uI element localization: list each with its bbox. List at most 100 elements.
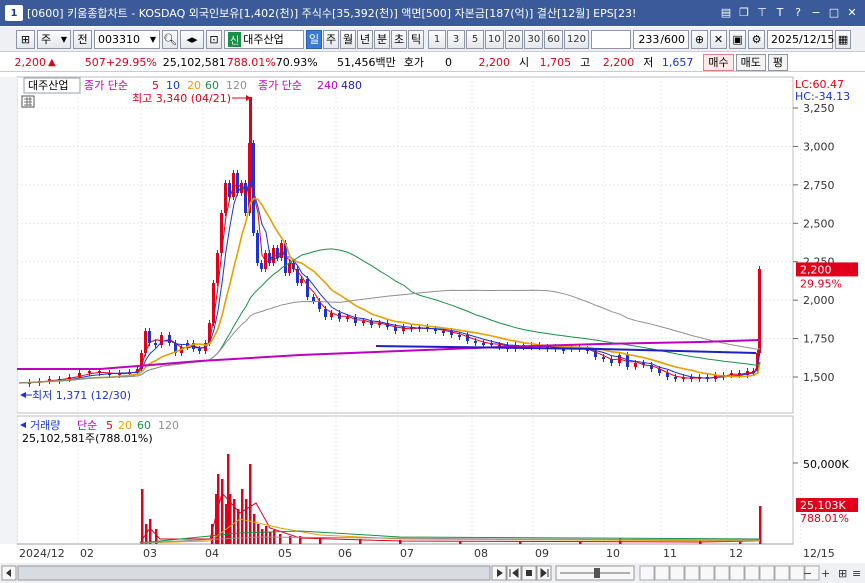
- eval-button[interactable]: 평: [767, 53, 788, 71]
- tab-period-1[interactable]: 주: [323, 29, 339, 49]
- zoom-in-icon: +: [821, 567, 830, 580]
- tool-button: [774, 565, 790, 581]
- volume-bar: [149, 519, 152, 544]
- volume-bar: [699, 541, 702, 544]
- help-icon[interactable]: ?: [791, 6, 805, 20]
- volume-bar: [265, 526, 268, 544]
- ma-period-5: 5: [152, 79, 159, 92]
- time-axis-label: 05: [278, 547, 292, 560]
- time-axis-label: 2024/12: [19, 547, 65, 560]
- count-total: /600: [660, 32, 686, 46]
- tool-button: [714, 565, 730, 581]
- minute-option-30[interactable]: 30: [524, 29, 544, 49]
- stock-tag: 대주산업: [28, 79, 68, 92]
- minimize-icon[interactable]: −: [809, 6, 823, 20]
- volume-ratio: 788.01%: [226, 55, 276, 69]
- restore-icon[interactable]: ❐: [737, 6, 751, 20]
- price-strip: 2,200 ▲ 507 +29.95% 25,102,581 788.01% 7…: [0, 53, 865, 72]
- minute-option-10[interactable]: 10: [485, 29, 504, 49]
- low-value: 1,657: [661, 55, 694, 69]
- time-axis-label: 09: [535, 547, 549, 560]
- zoom-handle: [594, 568, 600, 578]
- window-number-badge[interactable]: 1: [5, 5, 23, 21]
- ma-label-1: 종가 단순: [84, 79, 128, 92]
- minute-option-5[interactable]: 5: [466, 29, 484, 49]
- price-tick-label: 2,000: [803, 294, 835, 307]
- speaker-icon[interactable]: ◂▸: [180, 29, 204, 49]
- tab-period-5[interactable]: 초: [391, 29, 407, 49]
- calendar-icon[interactable]: ▦: [835, 29, 852, 49]
- tool-button: [684, 565, 700, 581]
- last-price-tag: 2,200: [800, 263, 832, 276]
- market-type-select[interactable]: 주 ▼: [37, 29, 71, 49]
- prev-button[interactable]: 전: [73, 29, 92, 49]
- volume-bar: [141, 489, 144, 544]
- scale-icon[interactable]: ✕: [710, 29, 728, 49]
- save-icon[interactable]: ▣: [729, 29, 747, 49]
- stop-icon: [526, 570, 532, 576]
- chevron-down-icon: ▼: [60, 34, 67, 44]
- chevron-down-icon: ▼: [149, 34, 156, 44]
- crosshair-icon[interactable]: ⊕: [691, 29, 709, 49]
- settings-icon[interactable]: ⚙: [748, 29, 766, 49]
- count-field[interactable]: 233/600: [633, 29, 690, 49]
- link-icon[interactable]: ▤: [719, 6, 733, 20]
- time-axis-label: 06: [338, 547, 352, 560]
- ma-period-480: 480: [341, 79, 362, 92]
- lock-icon[interactable]: ⊡: [206, 29, 222, 49]
- low-label: 저: [643, 56, 654, 69]
- open-value: 1,705: [539, 55, 572, 69]
- price-tick-label: 3,000: [803, 140, 835, 153]
- hoga-price: 2,200: [478, 55, 510, 69]
- pin-icon[interactable]: ⊤: [755, 6, 769, 20]
- chart-type-icon[interactable]: ⊞: [16, 29, 35, 49]
- maximize-icon[interactable]: □: [827, 6, 841, 20]
- current-price: 2,200: [14, 55, 47, 69]
- date-field[interactable]: 2025/12/15: [767, 29, 834, 49]
- minute-option-1[interactable]: 1: [428, 29, 446, 49]
- minute-options: 1 3 5 10 20 30 60 120: [428, 29, 590, 49]
- vol-ma-60: 60: [137, 419, 151, 432]
- tab-period-3[interactable]: 년: [357, 29, 373, 49]
- stock-code-value: 003310: [98, 32, 140, 46]
- time-axis-label: 12/15: [803, 547, 835, 560]
- stock-code-input[interactable]: 003310 ▼: [94, 29, 160, 49]
- search-icon[interactable]: 🔍︎: [162, 29, 178, 49]
- tab-period-4[interactable]: 분: [374, 29, 390, 49]
- price-change: 507: [84, 55, 106, 69]
- ma-period-60: 60: [205, 79, 219, 92]
- minute-option-20[interactable]: 20: [504, 29, 524, 49]
- minute-option-3[interactable]: 3: [447, 29, 465, 49]
- tab-period-0[interactable]: 일: [306, 29, 322, 49]
- tool-button: [729, 565, 745, 581]
- minute-option-120[interactable]: 120: [563, 29, 590, 49]
- price-tick-label: 3,250: [803, 102, 835, 115]
- chart-area[interactable]: 3,250 3,000 2,750 2,500 2,250 2,000 1,750 1,500…: [0, 73, 865, 583]
- stock-name-field[interactable]: 신 대주산업: [224, 29, 304, 49]
- minute-option-60[interactable]: 60: [544, 29, 563, 49]
- period-tabs: 일주월년분초틱: [306, 29, 424, 49]
- vol-ma-5: 5: [106, 419, 113, 432]
- scroll-thumb: [17, 565, 491, 581]
- volume-label: 거래량: [30, 419, 60, 432]
- volume-bar: [257, 524, 260, 544]
- volume-bar: [261, 529, 264, 544]
- tool-button: [699, 565, 715, 581]
- tool-button: [654, 565, 670, 581]
- tab-period-6[interactable]: 틱: [408, 29, 424, 49]
- price-tick-label: 1,500: [803, 371, 835, 384]
- tool-button: [669, 565, 685, 581]
- stock-chart[interactable]: 3,2503,0002,7502,5002,2502,0001,7501,500…: [0, 73, 865, 583]
- tab-period-2[interactable]: 월: [340, 29, 356, 49]
- font-icon[interactable]: T: [773, 6, 787, 20]
- ma-label-2: 종가 단순: [258, 79, 302, 92]
- menu-icon: ≡: [852, 567, 861, 580]
- buy-button[interactable]: 매수: [703, 53, 734, 71]
- custom-period-input[interactable]: [591, 29, 632, 49]
- high-value: 2,200: [602, 55, 635, 69]
- window-titlebar: 1 [0600] 키움종합차트 - KOSDAQ 외국인보유[1,402(천)]…: [0, 0, 865, 26]
- sell-button[interactable]: 매도: [735, 53, 766, 71]
- close-icon[interactable]: ✕: [845, 6, 859, 20]
- volume-bar: [241, 489, 244, 544]
- time-axis-label: 04: [205, 547, 219, 560]
